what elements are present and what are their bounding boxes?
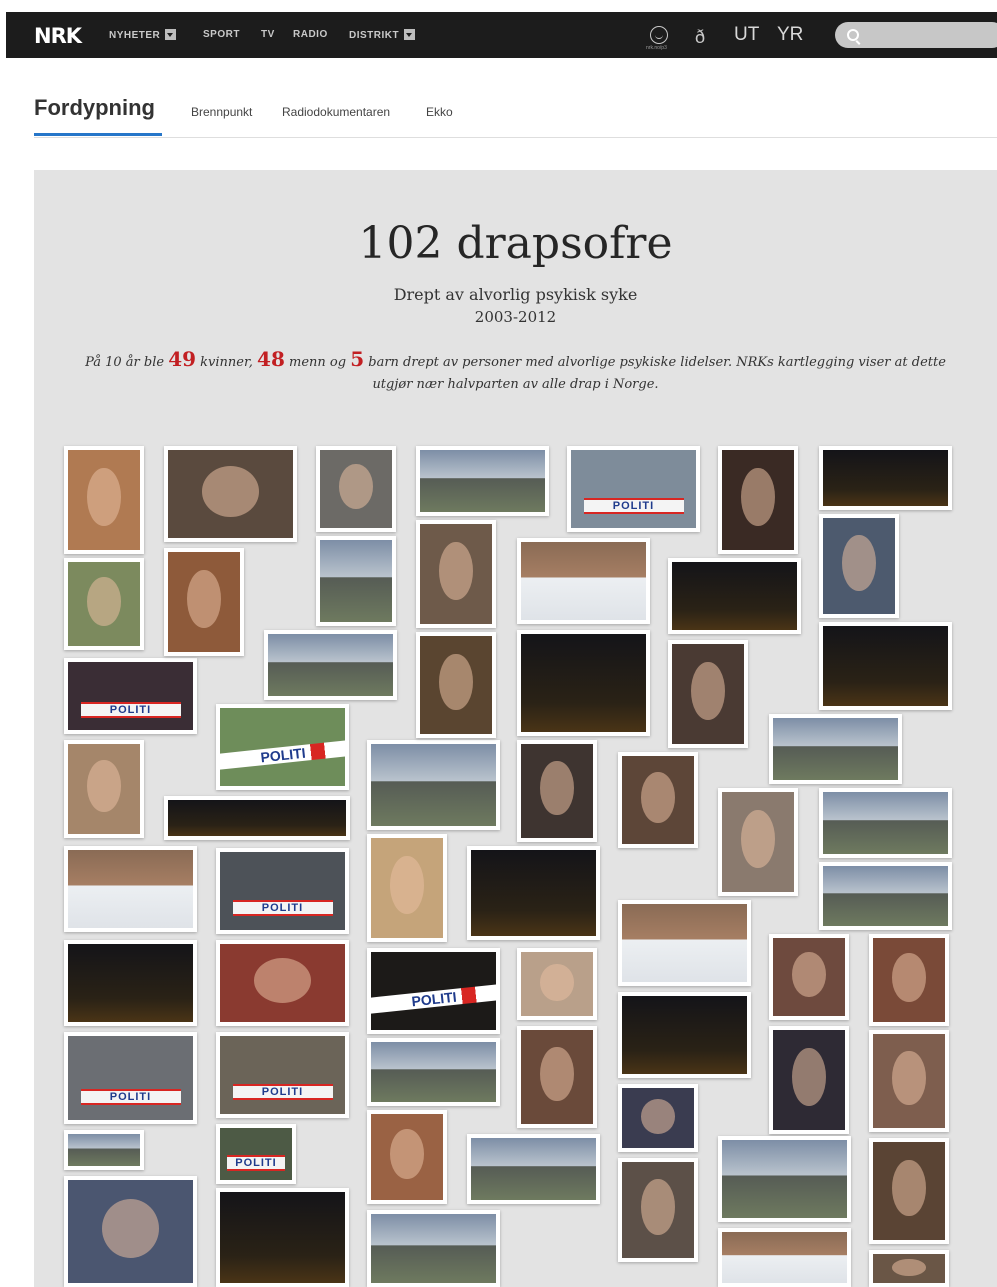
count-children: 5 [350,347,365,371]
victim-photo[interactable] [618,1084,698,1152]
scene-photo[interactable] [367,948,500,1034]
victim-photo[interactable] [216,940,349,1026]
count-men: 48 [257,347,285,371]
article-subtitle: Drept av alvorlig psykisk syke [393,285,638,304]
victim-photo[interactable] [416,632,496,738]
smiley-caption: nrk.no/p3 [646,45,667,51]
scene-photo[interactable] [769,714,902,784]
victim-photo[interactable] [618,1158,698,1262]
nav-item-label: NYHETER [109,30,161,41]
yr-link[interactable]: YR [777,24,803,46]
victim-photo[interactable] [164,548,244,656]
scene-photo[interactable] [718,1136,851,1222]
victim-photo[interactable] [517,948,597,1020]
section-nav: Fordypning Brennpunkt Radiodokumentaren … [34,92,997,138]
scene-photo[interactable] [668,558,801,634]
scene-photo[interactable] [367,1038,500,1106]
nav-item-distrikt[interactable]: DISTRIKT [349,29,416,41]
scene-photo[interactable] [618,992,751,1078]
scene-photo[interactable] [164,796,350,840]
intro-text: På 10 år ble [85,355,169,370]
scene-photo[interactable] [517,630,650,736]
nrk-logo[interactable]: NRK [34,24,82,48]
scene-photo[interactable] [416,446,549,516]
nav-item-sport[interactable]: SPORT [203,29,240,40]
victim-photo[interactable] [517,740,597,842]
scene-photo[interactable] [819,446,952,510]
main-nav: NRK NYHETER SPORT TV RADIO DISTRIKT nrk.… [6,12,997,58]
scene-photo[interactable] [64,1130,144,1170]
article-panel: 102 drapsofre Drept av alvorlig psykisk … [34,170,997,1287]
victim-photo[interactable] [869,1030,949,1132]
victim-photo[interactable] [64,740,144,838]
intro-text: menn og [284,355,351,370]
scene-photo[interactable] [316,536,396,626]
victim-photo[interactable] [64,558,144,650]
link-ekko[interactable]: Ekko [426,105,453,119]
scene-photo[interactable] [64,846,197,932]
search-icon [847,29,859,41]
victim-photo[interactable] [416,520,496,628]
scene-photo[interactable] [718,1228,851,1287]
victim-photo[interactable] [819,514,899,618]
count-women: 49 [168,347,197,371]
scene-photo[interactable] [216,1032,349,1118]
scene-photo[interactable] [216,848,349,934]
link-radiodokumentaren[interactable]: Radiodokumentaren [282,105,390,119]
victim-photo[interactable] [164,446,297,542]
victim-photo[interactable] [367,1110,447,1204]
scene-photo[interactable] [618,900,751,986]
victim-photo[interactable] [64,446,144,554]
scene-photo[interactable] [467,1134,600,1204]
p3-icon[interactable]: ð [695,28,705,46]
scene-photo[interactable] [467,846,600,940]
nav-item-radio[interactable]: RADIO [293,29,328,40]
scene-photo[interactable] [216,1188,349,1287]
scene-photo[interactable] [64,940,197,1026]
chevron-down-icon[interactable] [404,29,416,40]
scene-photo[interactable] [264,630,397,700]
scene-photo[interactable] [517,538,650,624]
victim-photo[interactable] [769,1026,849,1134]
intro-text: kvinner, [196,355,258,370]
victim-photo[interactable] [316,446,396,532]
scene-photo[interactable] [216,1124,296,1184]
scene-photo[interactable] [216,704,349,790]
victim-photo[interactable] [869,934,949,1026]
victim-photo[interactable] [869,1250,949,1287]
top-bar: NRK NYHETER SPORT TV RADIO DISTRIKT nrk.… [0,0,997,64]
article-intro: På 10 år ble 49 kvinner, 48 menn og 5 ba… [84,348,947,396]
victim-photo[interactable] [64,1176,197,1287]
ut-link[interactable]: UT [734,24,759,46]
article-years: 2003-2012 [474,308,557,326]
scene-photo[interactable] [819,862,952,930]
scene-photo[interactable] [367,1210,500,1287]
scene-photo[interactable] [819,622,952,710]
nav-item-label: DISTRIKT [349,30,400,41]
victim-photo[interactable] [718,446,798,554]
victim-photo[interactable] [618,752,698,848]
victim-photo[interactable] [769,934,849,1020]
scene-photo[interactable] [819,788,952,858]
victim-photo[interactable] [517,1026,597,1128]
scene-photo[interactable] [64,658,197,734]
section-title[interactable]: Fordypning [34,95,155,121]
victim-photo[interactable] [869,1138,949,1244]
scene-photo[interactable] [367,740,500,830]
chevron-down-icon[interactable] [165,29,177,40]
victim-photo[interactable] [668,640,748,748]
link-brennpunkt[interactable]: Brennpunkt [191,105,252,119]
nav-item-nyheter[interactable]: NYHETER [109,29,177,41]
search-input[interactable] [835,22,997,48]
article-title: 102 drapsofre [358,218,673,269]
victim-photo[interactable] [718,788,798,896]
active-underline [34,133,162,136]
scene-photo[interactable] [64,1032,197,1124]
scene-photo[interactable] [567,446,700,532]
smiley-icon[interactable] [650,26,668,44]
nav-item-tv[interactable]: TV [261,29,275,40]
intro-text: barn drept av personer med alvorlige psy… [364,355,946,392]
victim-photo[interactable] [367,834,447,942]
